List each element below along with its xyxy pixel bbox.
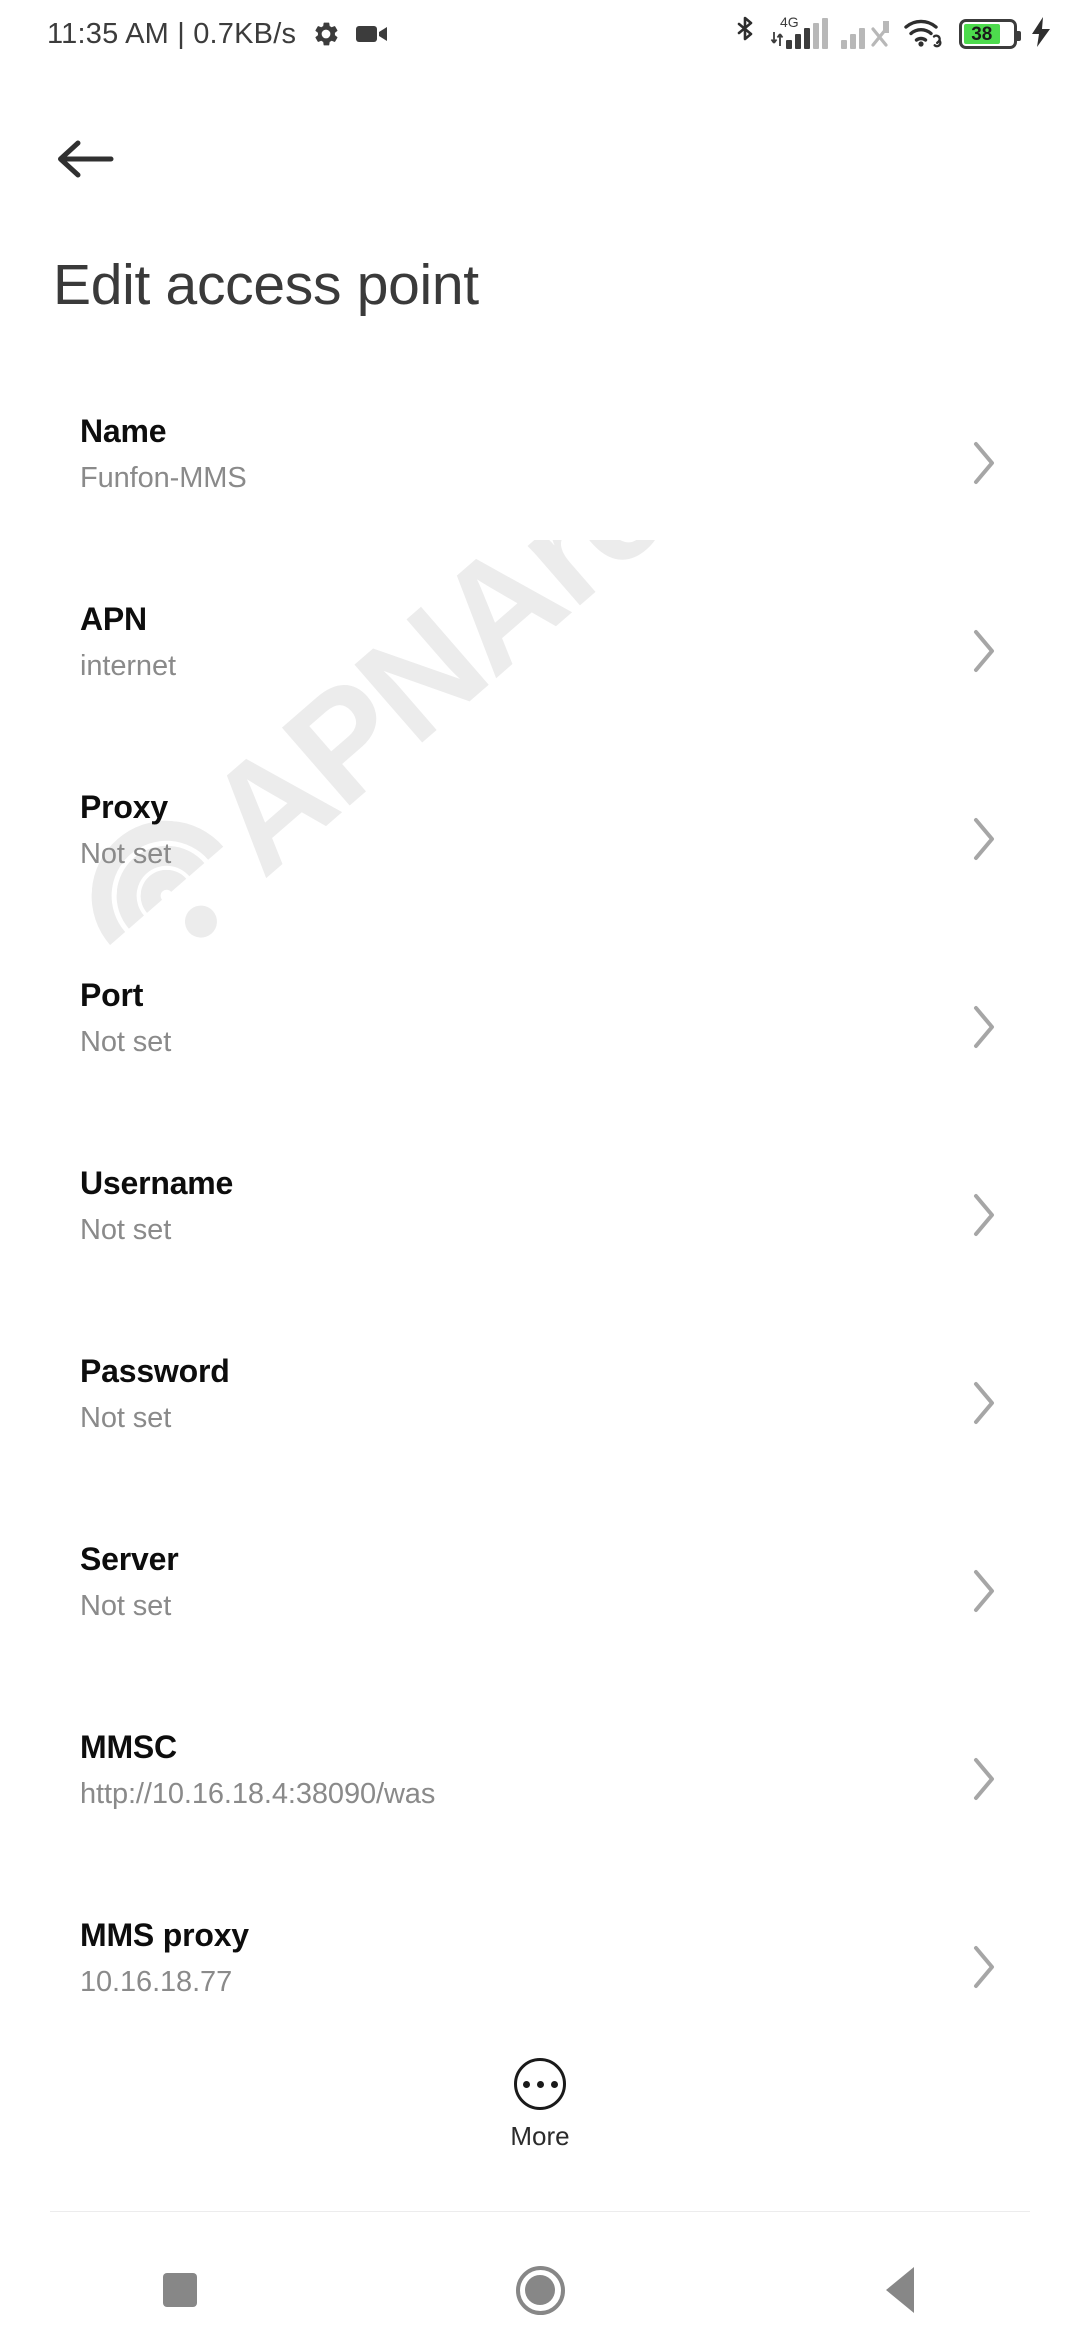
settings-row-text: Name Funfon-MMS [80, 415, 880, 493]
status-bar-right: 4G 38 [733, 0, 1052, 68]
chevron-right-icon[interactable] [970, 439, 998, 492]
chevron-right-icon[interactable] [970, 1003, 998, 1056]
recents-button[interactable] [0, 2273, 360, 2307]
signal-bars-icon: 4G [770, 15, 828, 49]
signal-bars-no-service-icon [841, 19, 891, 49]
settings-row-text: APN internet [80, 603, 880, 681]
back-button[interactable] [46, 122, 124, 200]
settings-row[interactable]: Username Not set [0, 1167, 1080, 1337]
phone-screen: 11:35 AM | 0.7KB/s 4G 38 Edit access poi… [0, 0, 1080, 2340]
settings-row-text: Proxy Not set [80, 791, 880, 869]
settings-row-value: Not set [80, 1402, 172, 1434]
settings-row[interactable]: Password Not set [0, 1355, 1080, 1525]
arrow-left-icon [56, 137, 114, 186]
settings-row-text: Username Not set [80, 1167, 880, 1245]
settings-row[interactable]: Proxy Not set [0, 791, 1080, 961]
chevron-right-icon[interactable] [970, 1191, 998, 1244]
settings-row-label: MMS proxy [80, 1917, 249, 1953]
status-clock-and-datarate: 11:35 AM | 0.7KB/s [47, 17, 297, 50]
bluetooth-icon [733, 15, 757, 54]
settings-row[interactable]: Server Not set [0, 1543, 1080, 1713]
settings-row-label: Server [80, 1541, 179, 1577]
nav-divider [50, 2211, 1030, 2212]
square-recents-icon [163, 2273, 197, 2307]
battery-fill: 38 [964, 24, 1000, 44]
settings-row[interactable]: APN internet [0, 603, 1080, 773]
gear-icon [311, 19, 341, 49]
wifi-link-icon [904, 16, 946, 53]
chevron-right-icon[interactable] [970, 1379, 998, 1432]
chevron-right-icon[interactable] [970, 1943, 998, 1996]
settings-row-value: Funfon-MMS [80, 462, 247, 494]
chevron-right-icon[interactable] [970, 627, 998, 680]
status-bar-left: 11:35 AM | 0.7KB/s [47, 18, 390, 51]
settings-row-label: MMSC [80, 1729, 177, 1765]
home-button[interactable] [360, 2265, 720, 2315]
more-button[interactable]: More [0, 2058, 1080, 2149]
settings-row-value: http://10.16.18.4:38090/was [80, 1778, 436, 1810]
page-title: Edit access point [53, 253, 479, 317]
back-nav-button[interactable] [720, 2267, 1080, 2313]
settings-row-text: Server Not set [80, 1543, 880, 1621]
status-bar: 11:35 AM | 0.7KB/s 4G 38 [0, 0, 1080, 68]
settings-row-text: MMSC http://10.16.18.4:38090/was [80, 1731, 880, 1809]
chevron-right-icon[interactable] [970, 815, 998, 868]
settings-row[interactable]: MMSC http://10.16.18.4:38090/was [0, 1731, 1080, 1901]
settings-row-label: Proxy [80, 789, 168, 825]
settings-row-text: Password Not set [80, 1355, 880, 1433]
battery-percent: 38 [971, 23, 993, 45]
settings-row-value: 10.16.18.77 [80, 1966, 233, 1998]
settings-row-label: Name [80, 413, 167, 449]
settings-row-value: Not set [80, 1590, 172, 1622]
settings-row-label: Password [80, 1353, 230, 1389]
settings-row[interactable]: Port Not set [0, 979, 1080, 1149]
chevron-right-icon[interactable] [970, 1567, 998, 1620]
chevron-right-icon[interactable] [970, 1755, 998, 1808]
camcorder-icon [356, 22, 390, 46]
charging-bolt-icon [1030, 16, 1052, 53]
more-button-label: More [510, 2121, 570, 2151]
battery-indicator: 38 [959, 19, 1021, 49]
circle-home-icon [515, 2265, 565, 2315]
settings-row-value: internet [80, 650, 176, 682]
settings-row-value: Not set [80, 1026, 172, 1058]
settings-row-value: Not set [80, 1214, 172, 1246]
settings-row-text: Port Not set [80, 979, 880, 1057]
more-horizontal-circle-icon [514, 2058, 566, 2110]
triangle-back-icon [886, 2267, 914, 2313]
settings-row-label: APN [80, 601, 147, 637]
settings-row-label: Username [80, 1165, 234, 1201]
settings-row-value: Not set [80, 838, 172, 870]
settings-row[interactable]: Name Funfon-MMS [0, 415, 1080, 585]
navigation-bar [0, 2240, 1080, 2340]
settings-row-text: MMS proxy 10.16.18.77 [80, 1919, 880, 1997]
settings-row-label: Port [80, 977, 144, 1013]
